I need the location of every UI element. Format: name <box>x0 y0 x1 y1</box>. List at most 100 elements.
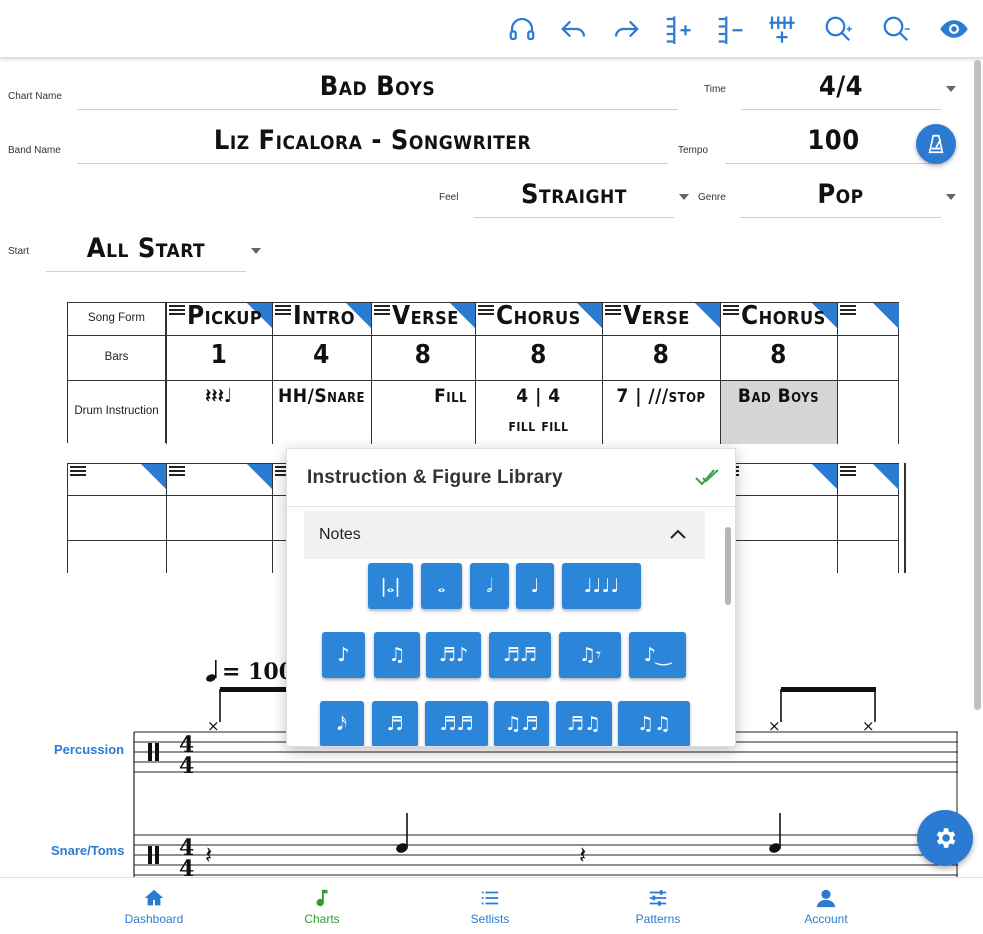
section-corner-marker-icon[interactable] <box>141 464 167 490</box>
empty-bar-cell[interactable] <box>837 540 899 573</box>
beam <box>220 687 288 692</box>
song-form-cell[interactable] <box>837 380 899 444</box>
headphones-icon[interactable] <box>502 9 542 49</box>
section-bar-count[interactable]: 8 <box>720 340 837 370</box>
note-figure-button[interactable]: ♬♪ <box>426 632 481 678</box>
start-dropdown-caret-icon[interactable] <box>251 248 261 254</box>
empty-bar-cell[interactable] <box>67 540 167 573</box>
section-menu-icon[interactable] <box>478 305 494 315</box>
section-corner-marker-icon[interactable] <box>577 303 603 329</box>
zoom-in-icon[interactable] <box>818 9 858 49</box>
section-drum-instruction[interactable]: 7 | ///stop <box>602 385 720 407</box>
note-figure-button[interactable]: ♬♫ <box>556 701 612 746</box>
nav-dashboard[interactable]: Dashboard <box>94 878 214 934</box>
note-figure-button[interactable]: ♩ <box>516 563 554 609</box>
section-corner-marker-icon[interactable] <box>873 303 899 329</box>
library-title: Instruction & Figure Library <box>307 466 563 488</box>
section-bar-count[interactable]: 8 <box>602 340 720 370</box>
song-form-cell[interactable] <box>837 335 899 381</box>
genre-dropdown-caret-icon[interactable] <box>946 194 956 200</box>
section-menu-icon[interactable] <box>840 466 856 476</box>
section-bar-count[interactable]: 4 <box>272 340 371 370</box>
nav-setlists[interactable]: Setlists <box>430 878 550 934</box>
empty-bar-cell[interactable] <box>837 495 899 541</box>
section-corner-marker-icon[interactable] <box>695 303 721 329</box>
note-figure-button[interactable]: 𝅝 <box>421 563 462 609</box>
section-menu-icon[interactable] <box>723 305 739 315</box>
feel-select[interactable]: Straight <box>474 174 674 218</box>
section-corner-marker-icon[interactable] <box>247 464 273 490</box>
section-corner-marker-icon[interactable] <box>812 464 838 490</box>
empty-bar-cell[interactable] <box>67 495 167 541</box>
time-dropdown-caret-icon[interactable] <box>946 86 956 92</box>
section-drum-instruction[interactable]: Fill <box>371 385 475 407</box>
section-drum-instruction[interactable]: Bad Boys <box>720 385 837 407</box>
note-figure-button[interactable]: ♫ <box>374 632 420 678</box>
note-figure-button[interactable]: ♬♬ <box>489 632 551 678</box>
section-menu-icon[interactable] <box>275 305 291 315</box>
section-corner-marker-icon[interactable] <box>873 464 899 490</box>
settings-button[interactable] <box>917 810 973 866</box>
nav-account[interactable]: Account <box>766 878 886 934</box>
section-menu-icon[interactable] <box>169 466 185 476</box>
nav-charts[interactable]: Charts <box>262 878 382 934</box>
chevron-up-icon[interactable] <box>669 528 687 540</box>
note-figure-button[interactable]: ♩♩♩♩ <box>562 563 641 609</box>
empty-bar-cell[interactable] <box>166 540 273 573</box>
note-figure-button[interactable]: ♬ <box>372 701 418 746</box>
library-scrollbar[interactable] <box>725 527 731 605</box>
note-figure-button[interactable]: 𝅗𝅥 <box>470 563 509 609</box>
note-figure-button[interactable]: 𝅘𝅥𝅯 <box>320 701 364 746</box>
done-all-icon[interactable] <box>694 466 720 488</box>
section-drum-instruction[interactable]: HH/Snare <box>272 385 371 407</box>
preview-icon[interactable] <box>934 9 974 49</box>
empty-bar-cell[interactable] <box>720 495 838 541</box>
add-track-icon[interactable] <box>762 9 802 49</box>
note-figure-button[interactable]: ♫♬ <box>494 701 549 746</box>
genre-select[interactable]: Pop <box>740 174 941 218</box>
section-name[interactable]: Intro <box>293 301 355 331</box>
page-scrollbar[interactable] <box>974 60 981 710</box>
section-drum-instruction-secondary[interactable]: fill fill <box>475 416 602 436</box>
section-name[interactable]: Pickup <box>187 301 262 331</box>
section-name[interactable]: Verse <box>623 301 690 331</box>
notes-section-label: Notes <box>319 526 361 543</box>
section-drum-instruction[interactable]: 𝄽𝄽𝄽♩ <box>166 385 272 407</box>
tempo-field[interactable]: 100 <box>725 120 942 164</box>
redo-icon[interactable] <box>606 9 646 49</box>
section-menu-icon[interactable] <box>169 305 185 315</box>
notes-section-header[interactable]: Notes <box>304 511 705 559</box>
band-name-field[interactable]: Liz Ficalora - Songwriter <box>77 120 668 164</box>
feel-dropdown-caret-icon[interactable] <box>679 194 689 200</box>
note-figure-button[interactable]: ♫♫ <box>618 701 690 746</box>
start-select[interactable]: All Start <box>46 228 246 272</box>
chart-name-field[interactable]: Bad Boys <box>77 66 678 110</box>
remove-bar-icon[interactable] <box>710 9 750 49</box>
add-bar-icon[interactable] <box>658 9 698 49</box>
section-name[interactable]: Verse <box>392 301 459 331</box>
section-drum-instruction[interactable]: 4 | 4 <box>475 385 602 407</box>
empty-bar-cell[interactable] <box>166 495 273 541</box>
note-figure-button[interactable]: ♫𝄾 <box>559 632 621 678</box>
section-name[interactable]: Chorus <box>496 301 581 331</box>
section-menu-icon[interactable] <box>605 305 621 315</box>
section-menu-icon[interactable] <box>374 305 390 315</box>
note-figure-button[interactable]: ♪ <box>322 632 365 678</box>
section-menu-icon[interactable] <box>840 305 856 315</box>
section-bar-count[interactable]: 8 <box>371 340 475 370</box>
nav-patterns[interactable]: Patterns <box>598 878 718 934</box>
empty-bar-cell[interactable] <box>720 540 838 573</box>
note-figure-button[interactable]: ♬♬ <box>425 701 488 746</box>
nav-label: Charts <box>304 911 340 926</box>
time-select[interactable]: 4/4 <box>741 66 941 110</box>
beam <box>781 687 876 692</box>
note-figure-button[interactable]: |𝅝| <box>368 563 413 609</box>
section-name[interactable]: Chorus <box>741 301 826 331</box>
undo-icon[interactable] <box>554 9 594 49</box>
zoom-out-icon[interactable] <box>876 9 916 49</box>
section-bar-count[interactable]: 1 <box>166 340 272 370</box>
metronome-button[interactable] <box>916 124 956 164</box>
section-bar-count[interactable]: 8 <box>475 340 602 370</box>
section-menu-icon[interactable] <box>70 466 86 476</box>
note-figure-button[interactable]: ♪‿ <box>629 632 686 678</box>
